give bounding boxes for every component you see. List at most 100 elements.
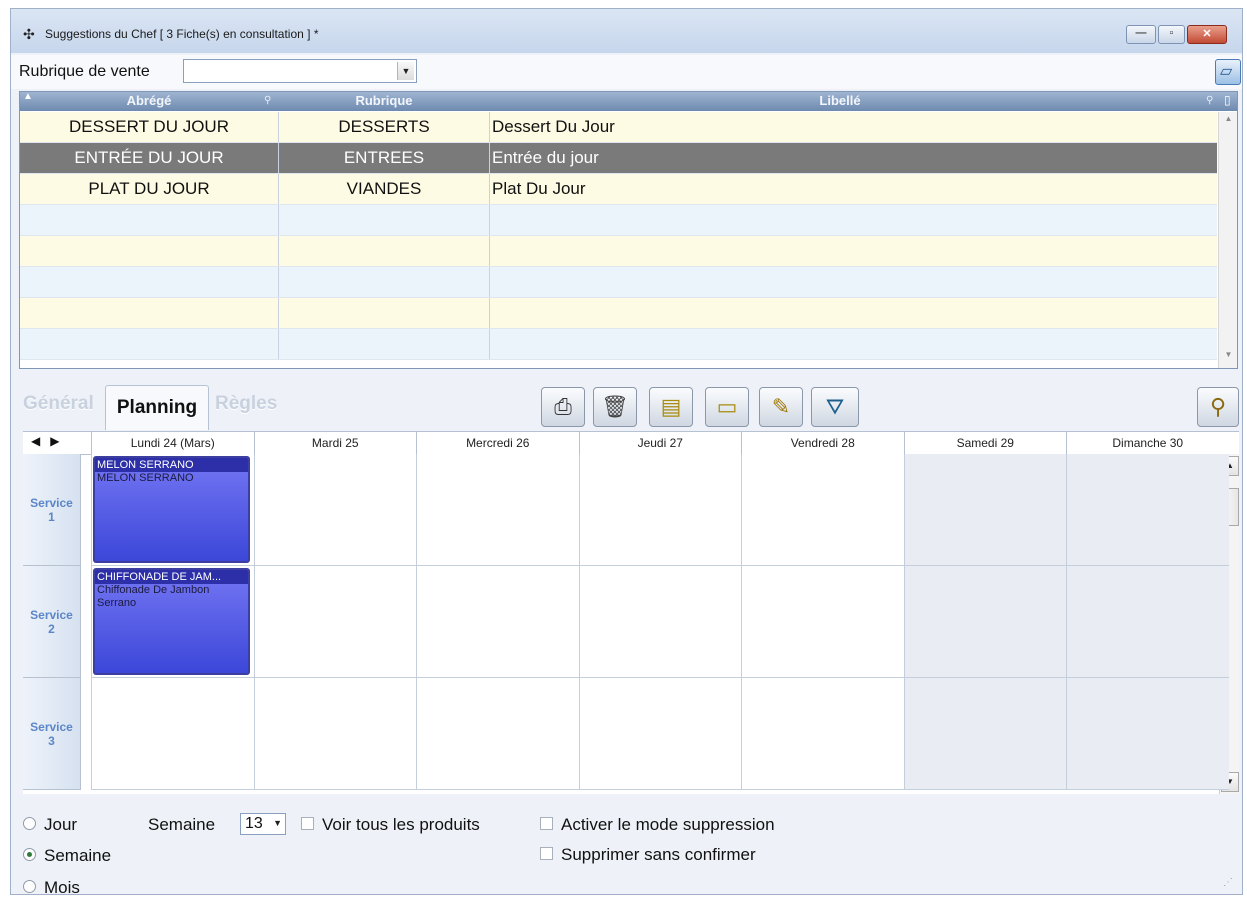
calendar-cell[interactable]	[741, 454, 904, 566]
column-rubrique[interactable]: Rubrique	[279, 93, 489, 108]
resize-grip-icon[interactable]: ⋰	[1223, 877, 1233, 888]
checkbox-activer-suppression[interactable]: Activer le mode suppression	[540, 815, 775, 835]
scroll-up-icon[interactable]: ▲	[1219, 114, 1237, 130]
close-button[interactable]: ✕	[1187, 25, 1227, 44]
calendar-cell[interactable]	[1066, 454, 1229, 566]
cell-abrege	[20, 267, 279, 297]
checkbox-voir-tous-box	[301, 817, 314, 831]
day-header[interactable]: Mardi 25	[253, 432, 417, 454]
cell-rubrique: DESSERTS	[279, 112, 490, 142]
main-window: ✣ Suggestions du Chef [ 3 Fiche(s) en co…	[10, 8, 1243, 895]
search-icon[interactable]: ⚲	[264, 95, 271, 106]
app-icon: ✣	[23, 26, 35, 42]
zoom-button[interactable]: ⚲	[1197, 387, 1239, 427]
maximize-icon: ▫	[1169, 27, 1174, 39]
open-button[interactable]: ▭	[705, 387, 749, 427]
delete-button[interactable]: 🗑	[593, 387, 637, 427]
next-week-icon[interactable]: ▶	[50, 434, 59, 448]
table-row[interactable]	[20, 298, 1217, 329]
table-row[interactable]	[20, 267, 1217, 298]
radio-semaine[interactable]: Semaine	[23, 846, 111, 866]
table-header: ▲ Abrégé ⚲ Rubrique Libellé ⚲ ▯	[20, 92, 1237, 111]
calendar-cell[interactable]	[416, 566, 579, 678]
checkbox-voir-tous[interactable]: Voir tous les produits	[301, 815, 480, 835]
day-header[interactable]: Lundi 24 (Mars)	[91, 432, 254, 454]
maximize-button[interactable]: ▫	[1158, 25, 1185, 44]
filter-button[interactable]: ⛛	[811, 387, 859, 427]
day-header[interactable]: Jeudi 27	[578, 432, 742, 454]
cell-abrege	[20, 329, 279, 359]
cell-libelle	[490, 205, 1192, 235]
edit-button[interactable]: ✎	[759, 387, 803, 427]
table-row[interactable]: DESSERT DU JOUR DESSERTS Dessert Du Jour	[20, 112, 1217, 143]
calendar-cell[interactable]	[1066, 678, 1229, 790]
cell-rubrique	[279, 205, 490, 235]
table-row[interactable]	[20, 329, 1217, 360]
semaine-label: Semaine	[148, 815, 216, 834]
chevron-down-icon[interactable]: ▼	[397, 62, 414, 80]
calendar-cell[interactable]	[741, 566, 904, 678]
planning-event[interactable]: CHIFFONADE DE JAM... Chiffonade De Jambon…	[93, 568, 250, 675]
calendar-cell[interactable]	[253, 566, 416, 678]
minimize-icon: —	[1135, 27, 1147, 39]
radio-semaine-label: Semaine	[44, 846, 112, 865]
eraser-button[interactable]: ▱	[1215, 59, 1241, 85]
filter-bar: Rubrique de vente ▼ ▱	[11, 55, 1242, 89]
day-header[interactable]: Dimanche 30	[1066, 432, 1229, 454]
service-number: 2	[48, 622, 55, 636]
table-row[interactable]: ENTRÉE DU JOUR ENTREES Entrée du jour	[20, 143, 1217, 174]
calendar-cell[interactable]	[416, 454, 579, 566]
cell-libelle	[490, 329, 1192, 359]
checkbox-activer-suppression-box	[540, 817, 553, 831]
cell-rubrique	[279, 236, 490, 266]
calendar-cell[interactable]	[903, 566, 1066, 678]
cell-rubrique	[279, 329, 490, 359]
column-libelle[interactable]: Libellé	[490, 93, 1190, 108]
search-icon[interactable]: ⚲	[1206, 95, 1213, 106]
tabs-toolbar: Général Planning Règles ⎙ 🗑 ▤ ▭ ✎ ⛛ ⚲	[11, 377, 1242, 430]
radio-semaine-indicator	[23, 848, 36, 862]
day-header[interactable]: Vendredi 28	[741, 432, 904, 454]
rubrique-select[interactable]: ▼	[183, 59, 417, 83]
checkbox-supprimer-sans-confirmer[interactable]: Supprimer sans confirmer	[540, 845, 756, 865]
minimize-button[interactable]: —	[1126, 25, 1156, 44]
table-row[interactable]	[20, 205, 1217, 236]
new-button[interactable]: ▤	[649, 387, 693, 427]
cell-rubrique	[279, 298, 490, 328]
table-row[interactable]: PLAT DU JOUR VIANDES Plat Du Jour	[20, 174, 1217, 205]
table-scrollbar[interactable]: ▲ ▼	[1218, 112, 1237, 368]
table-row[interactable]	[20, 236, 1217, 267]
calendar-cell[interactable]	[253, 454, 416, 566]
tab-regles[interactable]: Règles	[215, 393, 277, 415]
prev-week-icon[interactable]: ◀	[31, 434, 40, 448]
calendar-cell[interactable]	[416, 678, 579, 790]
radio-mois[interactable]: Mois	[23, 878, 80, 894]
tab-planning[interactable]: Planning	[105, 385, 209, 430]
print-button[interactable]: ⎙	[541, 387, 585, 427]
calendar-cell[interactable]	[578, 678, 741, 790]
day-header[interactable]: Samedi 29	[903, 432, 1067, 454]
scroll-down-icon[interactable]: ▼	[1219, 350, 1237, 366]
column-abrege[interactable]: Abrégé	[20, 93, 278, 108]
columns-icon[interactable]: ▯	[1224, 93, 1231, 107]
calendar-cell[interactable]	[741, 678, 904, 790]
tab-general[interactable]: Général	[23, 393, 94, 415]
radio-jour[interactable]: Jour	[23, 815, 77, 835]
calendar-cell[interactable]	[578, 566, 741, 678]
service-number: 1	[48, 510, 55, 524]
close-icon: ✕	[1202, 28, 1212, 40]
calendar-cell[interactable]	[253, 678, 416, 790]
calendar-cell[interactable]	[903, 454, 1066, 566]
day-header[interactable]: Mercredi 26	[416, 432, 579, 454]
planning-event[interactable]: MELON SERRANO MELON SERRANO	[93, 456, 250, 563]
calendar-cell[interactable]	[1066, 566, 1229, 678]
cell-rubrique: ENTREES	[279, 143, 490, 173]
week-select[interactable]: 13 ▼	[240, 813, 286, 835]
calendar-cell[interactable]	[91, 678, 254, 790]
calendar-cell[interactable]	[903, 678, 1066, 790]
table-body: DESSERT DU JOUR DESSERTS Dessert Du Jour EN…	[20, 112, 1217, 368]
calendar-cell[interactable]	[578, 454, 741, 566]
new-card-icon: ▤	[660, 394, 682, 419]
planning-calendar: ◀ ▶ Lundi 24 (Mars) Mardi 25 Mercredi 26 Je…	[23, 431, 1239, 794]
radio-jour-indicator	[23, 817, 36, 831]
